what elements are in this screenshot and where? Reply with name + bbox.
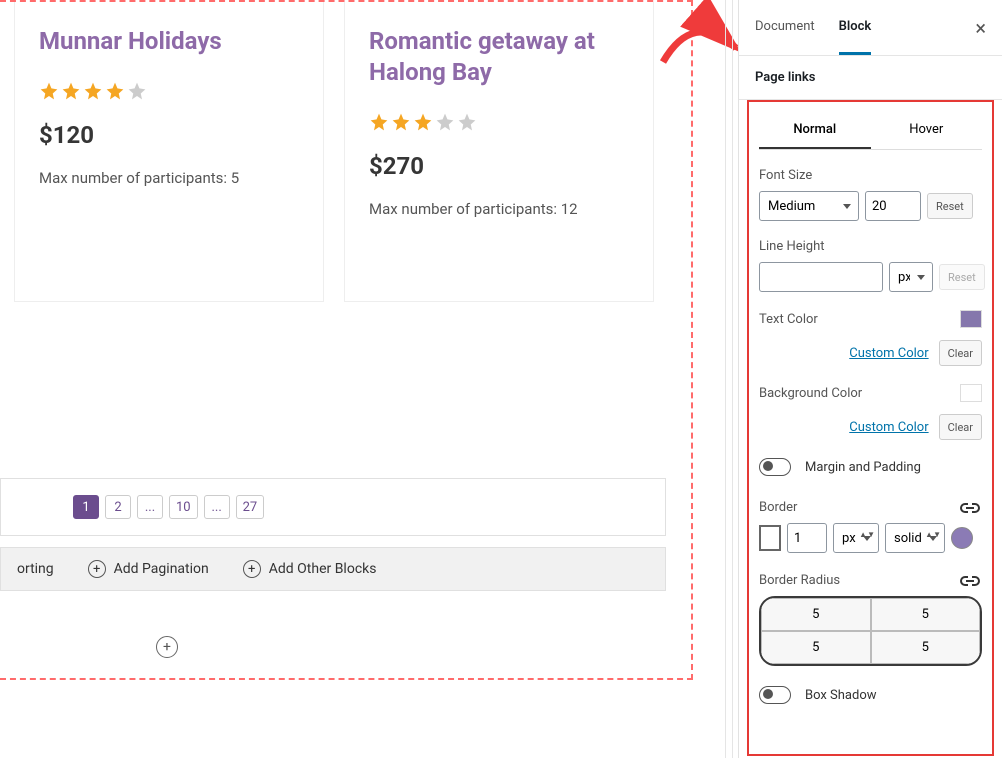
page-button[interactable]: 2 xyxy=(105,495,131,519)
radius-tr-input[interactable]: 5 xyxy=(871,598,981,631)
section-title[interactable]: Page links xyxy=(739,56,1002,100)
reset-button[interactable]: Reset xyxy=(927,193,973,219)
annotation-arrow-icon xyxy=(658,0,748,90)
card-participants: Max number of participants: 12 xyxy=(369,200,629,218)
font-size-label: Font Size xyxy=(759,168,982,183)
border-width-input[interactable] xyxy=(787,523,827,553)
clear-button[interactable]: Clear xyxy=(939,340,982,366)
add-sorting[interactable]: orting xyxy=(17,561,54,577)
bg-color-label: Background Color xyxy=(759,386,862,401)
link-icon[interactable] xyxy=(958,501,982,515)
page-ellipsis: ... xyxy=(204,495,230,519)
border-preview-swatch[interactable] xyxy=(951,527,973,549)
clear-button[interactable]: Clear xyxy=(939,414,982,440)
text-color-label: Text Color xyxy=(759,312,818,327)
font-size-select[interactable]: Medium xyxy=(759,191,859,221)
plus-icon: + xyxy=(88,560,106,578)
subtab-normal[interactable]: Normal xyxy=(759,112,871,149)
card-title[interactable]: Munnar Holidays xyxy=(39,26,299,57)
custom-color-link[interactable]: Custom Color xyxy=(849,346,928,361)
tab-block[interactable]: Block xyxy=(839,1,872,55)
close-icon[interactable]: × xyxy=(975,16,986,40)
add-pagination[interactable]: + Add Pagination xyxy=(88,560,209,578)
margin-padding-label: Margin and Padding xyxy=(805,460,921,475)
text-color-swatch[interactable] xyxy=(960,310,982,328)
page-button[interactable]: 27 xyxy=(236,495,265,519)
custom-color-link[interactable]: Custom Color xyxy=(849,420,928,435)
settings-sidebar: Document Block × Page links Normal Hover… xyxy=(738,0,1002,758)
box-shadow-toggle[interactable] xyxy=(759,686,791,704)
radius-br-input[interactable]: 5 xyxy=(871,631,981,664)
reset-button: Reset xyxy=(939,264,985,290)
line-height-label: Line Height xyxy=(759,239,982,254)
margin-padding-toggle[interactable] xyxy=(759,458,791,476)
card-price: $270 xyxy=(369,152,629,180)
bg-color-swatch[interactable] xyxy=(960,384,982,402)
border-label: Border xyxy=(759,500,797,515)
font-size-input[interactable] xyxy=(865,191,921,221)
page-button[interactable]: 10 xyxy=(169,495,198,519)
line-height-unit[interactable]: px xyxy=(889,262,933,292)
add-pagination-label: Add Pagination xyxy=(114,561,209,577)
plus-icon: + xyxy=(243,560,261,578)
product-card: Munnar Holidays $120 Max number of parti… xyxy=(14,2,324,302)
radius-tl-input[interactable]: 5 xyxy=(761,598,871,631)
add-other-blocks[interactable]: + Add Other Blocks xyxy=(243,560,377,578)
border-radius-label: Border Radius xyxy=(759,573,840,588)
card-price: $120 xyxy=(39,121,299,149)
tab-document[interactable]: Document xyxy=(755,1,815,55)
page-button[interactable]: 1 xyxy=(73,495,99,519)
pagination: 1 2 ... 10 ... 27 xyxy=(0,478,666,536)
add-other-label: Add Other Blocks xyxy=(269,561,377,577)
card-participants: Max number of participants: 5 xyxy=(39,169,299,187)
page-ellipsis: ... xyxy=(137,495,163,519)
line-height-input[interactable] xyxy=(759,262,883,292)
add-blocks-toolbar: orting + Add Pagination + Add Other Bloc… xyxy=(0,547,666,591)
box-shadow-label: Box Shadow xyxy=(805,688,877,703)
card-title[interactable]: Romantic getaway at Halong Bay xyxy=(369,26,629,88)
subtab-hover[interactable]: Hover xyxy=(871,112,983,149)
radius-bl-input[interactable]: 5 xyxy=(761,631,871,664)
link-icon[interactable] xyxy=(958,574,982,588)
product-card: Romantic getaway at Halong Bay $270 Max … xyxy=(344,2,654,302)
insert-block-button[interactable]: + xyxy=(156,636,178,658)
border-radius-grid: 5 5 5 5 xyxy=(759,596,982,666)
rating-stars xyxy=(39,81,299,101)
rating-stars xyxy=(369,112,629,132)
border-color-swatch[interactable] xyxy=(759,525,781,551)
